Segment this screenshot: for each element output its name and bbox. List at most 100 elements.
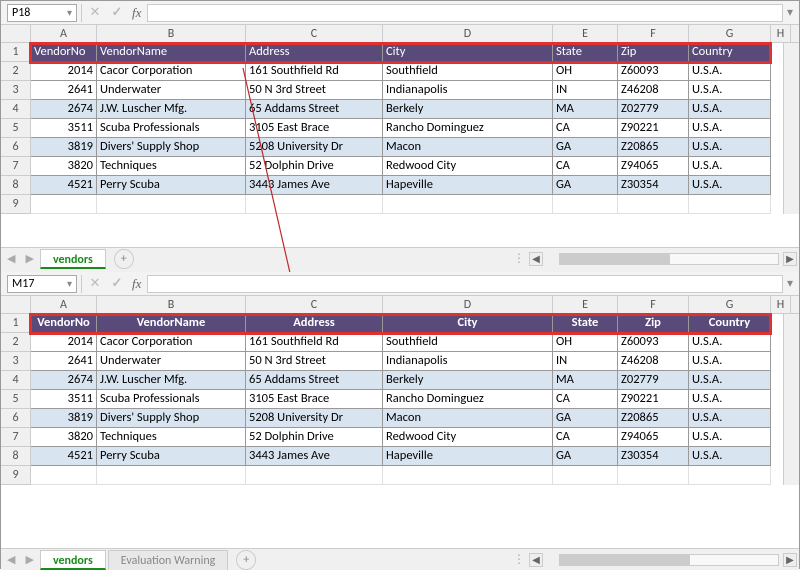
- sheet-tab-evaluation-warning[interactable]: Evaluation Warning: [108, 550, 229, 570]
- header-cell[interactable]: VendorNo: [31, 43, 97, 62]
- header-cell[interactable]: VendorName: [97, 43, 246, 62]
- cell[interactable]: GA: [553, 176, 618, 195]
- row-header[interactable]: 2: [1, 62, 31, 81]
- cell[interactable]: Z94065: [618, 428, 689, 447]
- row-header[interactable]: 4: [1, 371, 31, 390]
- row-header[interactable]: 1: [1, 314, 31, 333]
- row-header[interactable]: 8: [1, 176, 31, 195]
- col-header-A[interactable]: A: [31, 25, 97, 42]
- cell[interactable]: 5208 University Dr: [246, 409, 383, 428]
- formula-input[interactable]: [147, 4, 783, 22]
- header-cell[interactable]: State: [553, 314, 618, 333]
- cell[interactable]: CA: [553, 428, 618, 447]
- cell[interactable]: Underwater: [97, 81, 246, 100]
- col-header-C[interactable]: C: [246, 296, 383, 313]
- table-row[interactable]: 84521Perry Scuba3443 James AveHapevilleG…: [1, 176, 799, 195]
- cell[interactable]: OH: [553, 333, 618, 352]
- cell[interactable]: [31, 466, 97, 485]
- hscroll-left-icon[interactable]: ◀: [529, 252, 543, 266]
- cell[interactable]: [618, 466, 689, 485]
- cell[interactable]: U.S.A.: [689, 81, 771, 100]
- cell[interactable]: 5208 University Dr: [246, 138, 383, 157]
- col-header-H[interactable]: H: [771, 296, 791, 313]
- cell[interactable]: U.S.A.: [689, 447, 771, 466]
- cell[interactable]: [618, 195, 689, 214]
- formula-input[interactable]: [147, 275, 783, 293]
- cell[interactable]: [553, 195, 618, 214]
- cell[interactable]: [246, 466, 383, 485]
- cell[interactable]: Indianapolis: [383, 81, 553, 100]
- header-cell[interactable]: VendorName: [97, 314, 246, 333]
- hscroll-right-icon[interactable]: ▶: [783, 252, 797, 266]
- cell[interactable]: 3820: [31, 428, 97, 447]
- expand-formula-icon[interactable]: ▾: [787, 276, 793, 291]
- cell[interactable]: [689, 195, 771, 214]
- cell[interactable]: U.S.A.: [689, 100, 771, 119]
- cell[interactable]: 52 Dolphin Drive: [246, 157, 383, 176]
- cell[interactable]: 65 Addams Street: [246, 100, 383, 119]
- col-header-D[interactable]: D: [383, 25, 553, 42]
- cell[interactable]: 2641: [31, 81, 97, 100]
- cell[interactable]: Techniques: [97, 157, 246, 176]
- cell[interactable]: Rancho Dominguez: [383, 119, 553, 138]
- cell[interactable]: Hapeville: [383, 176, 553, 195]
- header-cell[interactable]: City: [383, 43, 553, 62]
- tab-nav-next-icon[interactable]: ▶: [21, 252, 37, 265]
- cell[interactable]: 65 Addams Street: [246, 371, 383, 390]
- table-row-empty[interactable]: 9: [1, 466, 799, 485]
- cell[interactable]: Underwater: [97, 352, 246, 371]
- add-sheet-button[interactable]: +: [114, 249, 134, 269]
- cell[interactable]: 3819: [31, 409, 97, 428]
- cell[interactable]: U.S.A.: [689, 390, 771, 409]
- cell[interactable]: 161 Southfield Rd: [246, 62, 383, 81]
- cell[interactable]: U.S.A.: [689, 371, 771, 390]
- table-row[interactable]: 53511Scuba Professionals3105 East BraceR…: [1, 390, 799, 409]
- hscroll-right-icon[interactable]: ▶: [783, 553, 797, 567]
- header-cell[interactable]: Address: [246, 314, 383, 333]
- cell[interactable]: 3105 East Brace: [246, 390, 383, 409]
- cell[interactable]: 3511: [31, 390, 97, 409]
- col-header-B[interactable]: B: [97, 25, 246, 42]
- dropdown-icon[interactable]: ▾: [67, 277, 72, 290]
- cell[interactable]: 3819: [31, 138, 97, 157]
- cell[interactable]: Cacor Corporation: [97, 333, 246, 352]
- col-header-F[interactable]: F: [618, 296, 689, 313]
- cell[interactable]: 4521: [31, 447, 97, 466]
- cell[interactable]: U.S.A.: [689, 119, 771, 138]
- cell[interactable]: Perry Scuba: [97, 447, 246, 466]
- cell[interactable]: [383, 466, 553, 485]
- col-header-G[interactable]: G: [689, 25, 771, 42]
- vertical-scrollbar[interactable]: [783, 314, 799, 485]
- cell[interactable]: Scuba Professionals: [97, 390, 246, 409]
- cell[interactable]: Z90221: [618, 119, 689, 138]
- cell[interactable]: U.S.A.: [689, 352, 771, 371]
- horizontal-scrollbar[interactable]: [559, 554, 779, 566]
- col-header-D[interactable]: D: [383, 296, 553, 313]
- select-all-corner[interactable]: [1, 25, 31, 42]
- cell[interactable]: Z60093: [618, 62, 689, 81]
- table-row[interactable]: 63819Divers' Supply Shop5208 University …: [1, 138, 799, 157]
- cell[interactable]: 161 Southfield Rd: [246, 333, 383, 352]
- col-header-E[interactable]: E: [553, 296, 618, 313]
- row-header[interactable]: 9: [1, 195, 31, 214]
- cell[interactable]: GA: [553, 447, 618, 466]
- cell[interactable]: U.S.A.: [689, 333, 771, 352]
- cell[interactable]: 2674: [31, 100, 97, 119]
- cell[interactable]: [689, 466, 771, 485]
- col-header-B[interactable]: B: [97, 296, 246, 313]
- cell[interactable]: Divers' Supply Shop: [97, 138, 246, 157]
- tab-nav-prev-icon[interactable]: ◀: [3, 553, 19, 566]
- cell[interactable]: Redwood City: [383, 157, 553, 176]
- cell[interactable]: Macon: [383, 409, 553, 428]
- table-row[interactable]: 32641Underwater50 N 3rd StreetIndianapol…: [1, 81, 799, 100]
- row-header[interactable]: 7: [1, 428, 31, 447]
- tab-nav-next-icon[interactable]: ▶: [21, 553, 37, 566]
- spreadsheet-grid[interactable]: A B C D E F G H 1 VendorNo VendorName Ad…: [1, 25, 799, 214]
- row-header[interactable]: 5: [1, 390, 31, 409]
- table-row[interactable]: 73820Techniques52 Dolphin DriveRedwood C…: [1, 157, 799, 176]
- header-cell[interactable]: State: [553, 43, 618, 62]
- name-box[interactable]: M17 ▾: [7, 275, 77, 293]
- row-header[interactable]: 9: [1, 466, 31, 485]
- cell[interactable]: [383, 195, 553, 214]
- cell[interactable]: Macon: [383, 138, 553, 157]
